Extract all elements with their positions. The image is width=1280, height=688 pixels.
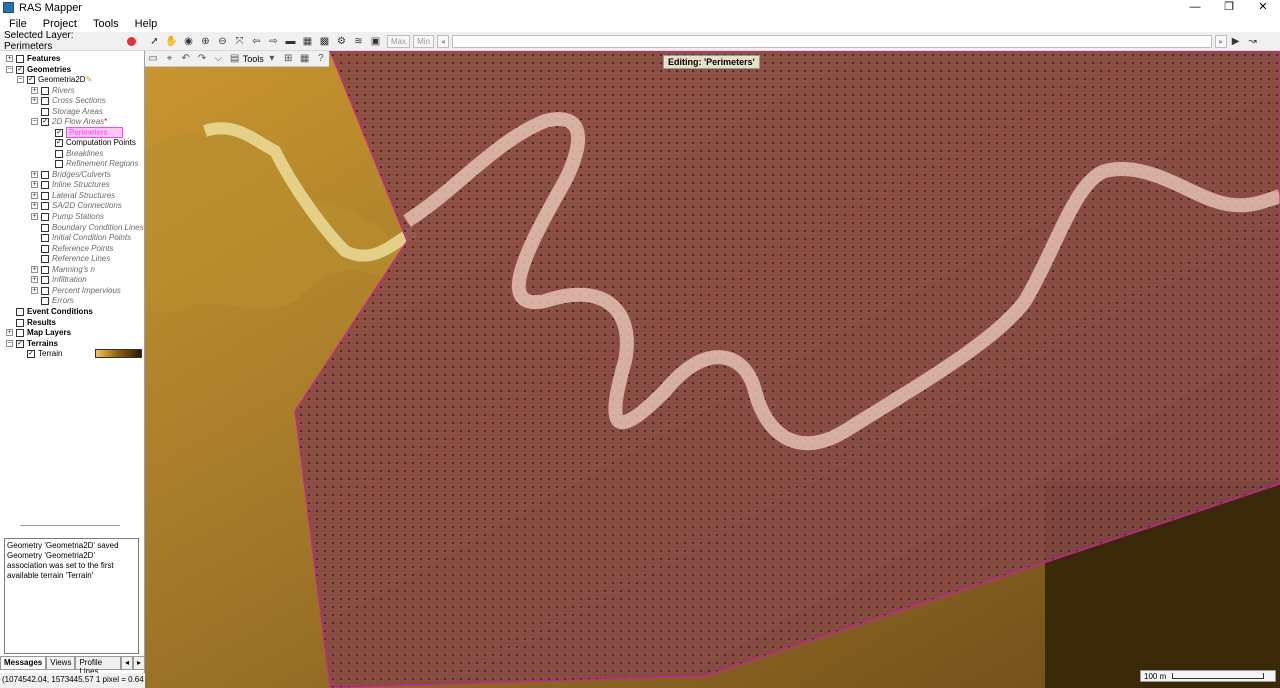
settings-icon[interactable]: ⚙ (335, 35, 348, 48)
menu-tools[interactable]: Tools (84, 18, 126, 30)
grid-edit-icon[interactable]: ▦ (298, 52, 310, 65)
checkbox[interactable]: ✓ (27, 75, 35, 84)
tree-reference-lines[interactable]: Reference Lines (31, 253, 110, 264)
tree-infiltration[interactable]: + Infiltration (31, 274, 87, 285)
tree-ic-points[interactable]: Initial Condition Points (31, 232, 131, 243)
expand-icon[interactable]: + (6, 55, 13, 62)
tree-computation-points[interactable]: ✓ Computation Points (45, 137, 136, 148)
globe-icon[interactable]: ◉ (182, 35, 195, 48)
min-button[interactable]: Min (413, 34, 435, 48)
profile-icon[interactable]: ▦ (301, 35, 314, 48)
full-extent-icon[interactable]: ⤧ (233, 35, 246, 48)
edit-pencil-icon: ✎ (85, 75, 93, 84)
record-icon[interactable] (127, 36, 136, 46)
bottom-tabs: Messages Views Profile Lines ◂ ▸ (0, 656, 145, 676)
selected-layer-label: Selected Layer: Perimeters (4, 30, 74, 52)
tab-profile-lines[interactable]: Profile Lines (75, 656, 121, 676)
forward-arrow-icon[interactable]: ⇨ (267, 35, 280, 48)
time-slider[interactable] (452, 34, 1213, 48)
time-prev-button[interactable]: ◂ (437, 34, 450, 48)
tree-errors[interactable]: Errors (31, 295, 74, 306)
terrain-map[interactable] (145, 51, 1280, 688)
status-bar: (1074542.04, 1573445.57 1 pixel = 0.64 (0, 673, 145, 688)
panel-divider[interactable] (20, 525, 120, 526)
grid-icon[interactable]: ▩ (318, 35, 331, 48)
scale-bar: 100 m (1140, 670, 1276, 682)
zoom-in-icon[interactable]: ⊕ (199, 35, 212, 48)
scale-label: 100 m (1144, 671, 1167, 681)
restore-button[interactable]: ❐ (1212, 0, 1246, 15)
checkbox[interactable] (16, 54, 24, 63)
tree-event-conditions[interactable]: Event Conditions (6, 306, 93, 317)
tab-scroll-left-icon[interactable]: ◂ (120, 656, 133, 670)
polyline-icon[interactable]: ⌵ (212, 52, 224, 65)
database-icon[interactable]: ▣ (369, 35, 382, 48)
select-icon[interactable]: ▭ (147, 52, 159, 65)
scale-ruler (1172, 673, 1265, 679)
tools-menu[interactable]: Tools (243, 54, 264, 64)
tree-inline-structures[interactable]: + Inline Structures (31, 179, 110, 190)
undo-icon[interactable]: ↶ (180, 52, 192, 65)
tree-geometry-geometria2d[interactable]: − ✓ Geometria2D ✎ (17, 74, 92, 85)
pointer-icon[interactable]: ➚ (148, 35, 161, 48)
back-arrow-icon[interactable]: ⇦ (250, 35, 263, 48)
close-button[interactable]: ✕ (1246, 0, 1280, 15)
edit-vertex-icon[interactable]: ⌖ (163, 52, 175, 65)
tree-2d-flow-areas[interactable]: − ✓ 2D Flow Areas * (31, 116, 107, 127)
app-icon (3, 2, 14, 13)
layer-panel: + Features − ✓ Geometries − ✓ Geometria2D ✎ + R… (0, 51, 145, 676)
tab-views[interactable]: Views (46, 656, 76, 670)
menu-help[interactable]: Help (126, 18, 165, 30)
edit-toolbar: ▭ ⌖ ↶ ↷ ⌵ ▤ Tools ▾ ⊞ ▦ ? (145, 51, 329, 67)
collapse-icon[interactable]: − (17, 76, 24, 83)
redo-icon[interactable]: ↷ (196, 52, 208, 65)
zoom-out-icon[interactable]: ⊖ (216, 35, 229, 48)
tab-messages[interactable]: Messages (0, 656, 47, 670)
tree-refinement-regions[interactable]: Refinement Regions (45, 158, 138, 169)
terrain-legend-ramp (95, 349, 142, 358)
layer-tree: + Features − ✓ Geometries − ✓ Geometria2D ✎ + R… (3, 51, 144, 359)
tools-menu-icon[interactable]: ▤ (228, 52, 240, 65)
layers-icon[interactable]: ≋ (352, 35, 365, 48)
pan-icon[interactable]: ✋ (165, 35, 178, 48)
measure-icon[interactable]: ▬ (284, 35, 297, 48)
tree-terrain[interactable]: ✓ Terrain (17, 348, 142, 359)
tree-features[interactable]: + Features (6, 53, 60, 64)
menu-file[interactable]: File (0, 18, 34, 30)
window-title: RAS Mapper (19, 1, 82, 14)
checkbox[interactable]: ✓ (16, 65, 24, 74)
help-button[interactable]: ? (315, 52, 327, 65)
tree-sa2d-connections[interactable]: + SA/2D Connections (31, 200, 122, 211)
max-button[interactable]: Max (387, 34, 411, 48)
tree-pump-stations[interactable]: + Pump Stations (31, 211, 104, 222)
title-bar: RAS Mapper — ❐ ✕ (0, 0, 1280, 15)
minimize-button[interactable]: — (1178, 0, 1212, 15)
animate-icon[interactable]: ↝ (1246, 35, 1259, 48)
collapse-icon[interactable]: − (6, 66, 13, 73)
chevron-down-icon[interactable]: ▾ (266, 52, 278, 65)
tree-cross-sections[interactable]: + Cross Sections (31, 95, 106, 106)
tree-map-layers[interactable]: + Map Layers (6, 327, 71, 338)
main-toolbar: Selected Layer: Perimeters ➚ ✋ ◉ ⊕ ⊖ ⤧ ⇦… (0, 30, 1280, 52)
menu-project[interactable]: Project (34, 18, 84, 30)
tab-scroll-right-icon[interactable]: ▸ (132, 656, 145, 670)
menu-bar: File Project Tools Help (0, 15, 1280, 32)
messages-box: Geometry 'Geometria2D' saved Geometry 'G… (4, 538, 139, 654)
time-next-button[interactable]: ▸ (1215, 34, 1228, 48)
map-canvas[interactable]: ▭ ⌖ ↶ ↷ ⌵ ▤ Tools ▾ ⊞ ▦ ? Editing: 'Peri… (145, 51, 1280, 688)
play-icon[interactable]: ▶ (1229, 35, 1242, 48)
editing-banner: Editing: 'Perimeters' (663, 55, 760, 69)
table-icon[interactable]: ⊞ (282, 52, 294, 65)
